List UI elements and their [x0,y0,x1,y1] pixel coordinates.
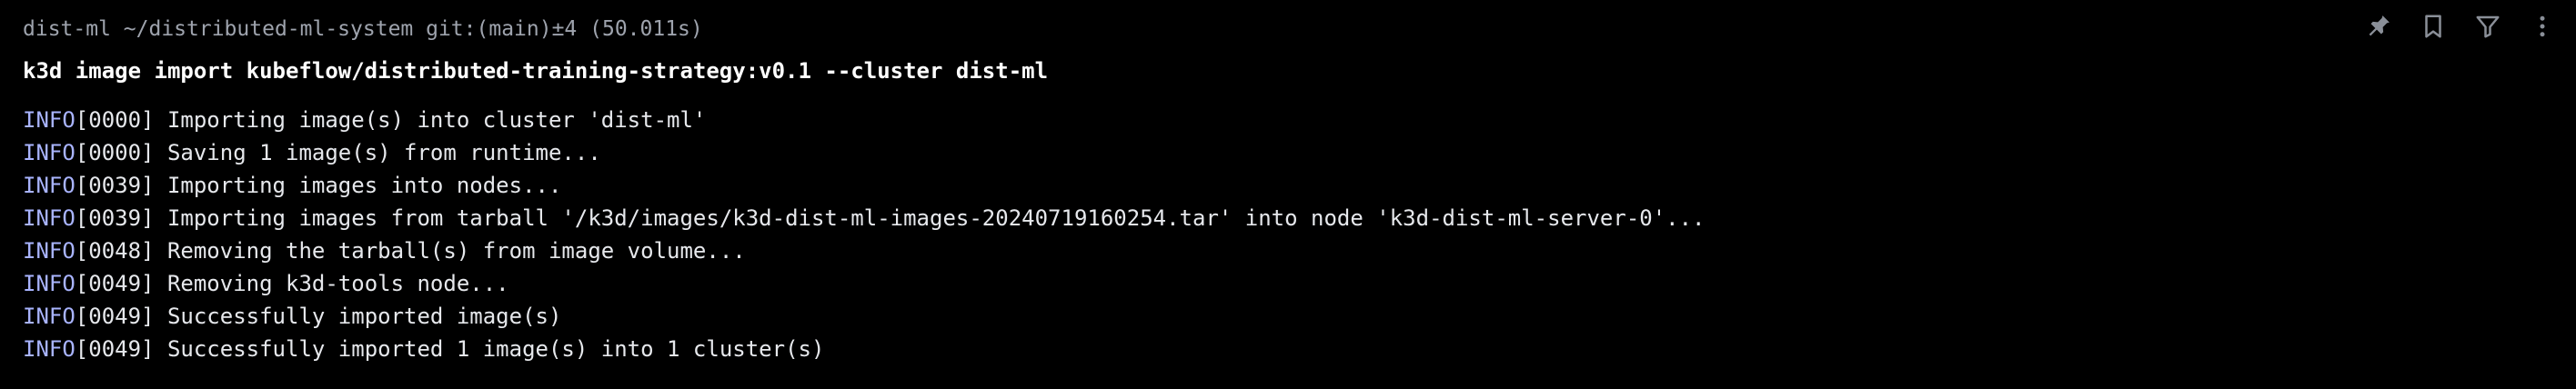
log-level: INFO [23,173,75,198]
more-button[interactable] [2529,9,2556,44]
output-line: INFO[0049] Successfully imported image(s… [23,300,1706,333]
log-message: Importing images from tarball '/k3d/imag… [154,205,1706,231]
log-message: Removing k3d-tools node... [154,271,509,296]
log-timestamp: [0000] [75,140,155,165]
log-timestamp: [0049] [75,304,155,329]
output-line: INFO[0000] Saving 1 image(s) from runtim… [23,136,1706,169]
log-level: INFO [23,271,75,296]
output-line: INFO[0039] Importing images from tarball… [23,202,1706,234]
output-line: INFO[0048] Removing the tarball(s) from … [23,234,1706,267]
log-message: Successfully imported 1 image(s) into 1 … [154,336,825,362]
bookmark-button[interactable] [2420,9,2447,44]
log-level: INFO [23,336,75,362]
log-timestamp: [0049] [75,271,155,296]
terminal-window: dist-ml ~/distributed-ml-system git:(mai… [0,0,2576,389]
command-line[interactable]: k3d image import kubeflow/distributed-tr… [23,55,1048,87]
pin-icon [2369,15,2390,36]
bookmark-icon [2425,15,2441,38]
filter-icon [2476,15,2500,38]
log-message: Removing the tarball(s) from image volum… [154,238,746,264]
log-level: INFO [23,107,75,133]
log-level: INFO [23,140,75,165]
pin-button[interactable] [2365,9,2392,44]
output-line: INFO[0049] Removing k3d-tools node... [23,267,1706,300]
log-message: Importing images into nodes... [154,173,562,198]
log-level: INFO [23,238,75,264]
output-line: INFO[0039] Importing images into nodes..… [23,169,1706,202]
block-toolbar [2365,9,2556,44]
prompt-line: dist-ml ~/distributed-ml-system git:(mai… [23,17,703,41]
log-level: INFO [23,205,75,231]
output-line: INFO[0049] Successfully imported 1 image… [23,333,1706,365]
command-output: INFO[0000] Importing image(s) into clust… [23,104,1706,365]
log-message: Importing image(s) into cluster 'dist-ml… [154,107,707,133]
more-vertical-icon [2540,15,2545,37]
filter-button[interactable] [2474,9,2501,44]
log-timestamp: [0039] [75,205,155,231]
log-message: Successfully imported image(s) [154,304,562,329]
log-timestamp: [0049] [75,336,155,362]
log-timestamp: [0039] [75,173,155,198]
log-timestamp: [0048] [75,238,155,264]
output-line: INFO[0000] Importing image(s) into clust… [23,104,1706,136]
log-message: Saving 1 image(s) from runtime... [154,140,601,165]
log-timestamp: [0000] [75,107,155,133]
log-level: INFO [23,304,75,329]
